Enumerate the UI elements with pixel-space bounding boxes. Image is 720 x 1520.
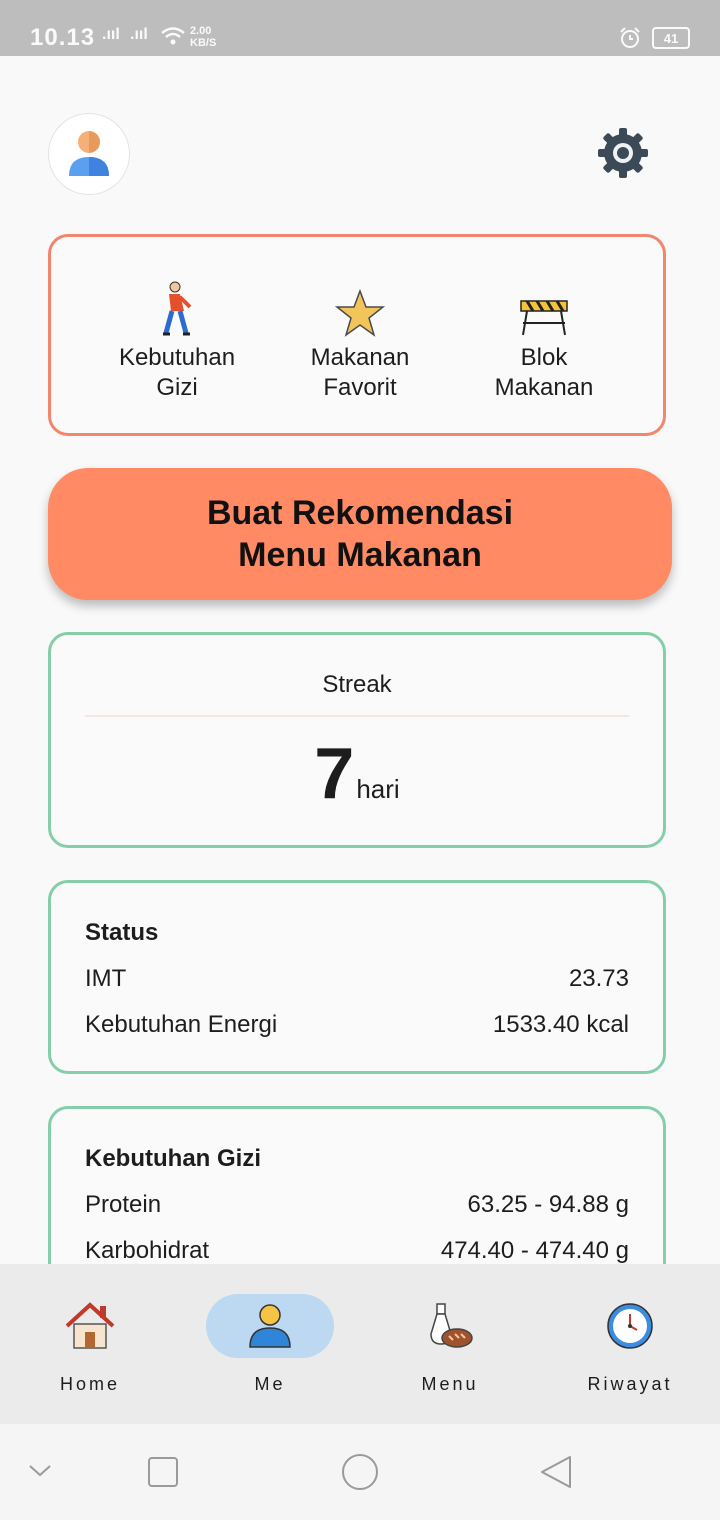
status-card: Status IMT 23.73 Kebutuhan Energi 1533.4… xyxy=(48,880,666,1074)
house-icon xyxy=(65,1302,115,1349)
battery-icon: 41 xyxy=(652,27,690,49)
row-value: 474.40 - 474.40 g xyxy=(440,1237,629,1264)
barrier-icon xyxy=(520,300,568,336)
quick-item-blok-makanan[interactable]: Blok Makanan xyxy=(454,277,634,403)
gizi-row-karbohidrat: Karbohidrat 474.40 - 474.40 g xyxy=(85,1237,629,1265)
streak-count: 7 xyxy=(314,734,355,814)
avatar[interactable] xyxy=(48,113,130,195)
nav-label: Menu xyxy=(421,1374,479,1394)
nav-label: Riwayat xyxy=(587,1374,673,1394)
home-icon[interactable] xyxy=(340,1452,380,1492)
row-label: Karbohidrat xyxy=(85,1237,210,1264)
streak-title: Streak xyxy=(322,671,392,698)
alarm-icon xyxy=(620,27,640,48)
quick-item-label: Makanan Favorit xyxy=(310,344,410,401)
streak-unit: hari xyxy=(356,774,400,804)
wifi-icon xyxy=(161,27,185,45)
quick-item-label: Kebutuhan Gizi xyxy=(118,344,236,401)
quick-item-makanan-favorit[interactable]: Makanan Favorit xyxy=(270,277,450,403)
quick-menu-card: Kebutuhan Gizi Makanan Favorit Blok Maka… xyxy=(48,234,666,436)
gear-icon[interactable] xyxy=(597,127,649,179)
divider xyxy=(85,715,629,717)
status-title: Status xyxy=(85,919,159,946)
streak-value: 7hari xyxy=(51,733,663,815)
row-value: 1533.40 kcal xyxy=(492,1011,629,1038)
network-speed: 2.00 KB/S xyxy=(190,25,216,49)
person-walking-icon xyxy=(163,281,192,336)
signal-icon-2: .ııl xyxy=(130,26,148,43)
quick-item-kebutuhan-gizi[interactable]: Kebutuhan Gizi xyxy=(87,277,267,403)
nav-menu[interactable]: Menu xyxy=(360,1294,540,1395)
row-value: 63.25 - 94.88 g xyxy=(467,1191,629,1218)
gizi-row-protein: Protein 63.25 - 94.88 g xyxy=(85,1191,629,1219)
status-row-energi: Kebutuhan Energi 1533.40 kcal xyxy=(85,1011,629,1039)
chevron-down-icon[interactable] xyxy=(28,1462,52,1478)
clock-icon xyxy=(607,1303,653,1349)
status-time: 10.13 xyxy=(30,24,96,51)
quick-item-label: Blok Makanan xyxy=(494,344,594,401)
streak-card: Streak 7hari xyxy=(48,632,666,848)
person-icon xyxy=(249,1304,291,1348)
back-icon[interactable] xyxy=(538,1454,574,1490)
row-label: Kebutuhan Energi xyxy=(85,1011,278,1038)
recent-apps-icon[interactable] xyxy=(147,1456,179,1488)
nav-label: Me xyxy=(254,1374,286,1394)
create-recommendation-button[interactable]: Buat Rekomendasi Menu Makanan xyxy=(48,468,672,600)
food-icon xyxy=(430,1303,473,1348)
system-navigation-bar xyxy=(0,1424,720,1520)
status-row-imt: IMT 23.73 xyxy=(85,965,629,993)
speed-value: 2.00 xyxy=(190,25,212,37)
star-icon xyxy=(335,289,385,337)
speed-unit: KB/S xyxy=(190,37,217,49)
user-avatar-icon xyxy=(69,131,109,176)
nav-me[interactable]: Me xyxy=(180,1294,360,1395)
gizi-title: Kebutuhan Gizi xyxy=(85,1145,261,1172)
nav-label: Home xyxy=(59,1374,120,1394)
nav-riwayat[interactable]: Riwayat xyxy=(540,1294,720,1395)
row-value: 23.73 xyxy=(568,965,629,992)
row-label: Protein xyxy=(85,1191,162,1218)
signal-icon: .ııl xyxy=(102,26,120,43)
status-bar: 10.13 .ııl .ııl 2.00 KB/S 41 xyxy=(0,0,720,56)
row-label: IMT xyxy=(85,965,127,992)
active-indicator xyxy=(206,1294,334,1358)
bottom-navigation: Home Me Menu Riwayat xyxy=(0,1264,720,1424)
nav-home[interactable]: Home xyxy=(0,1294,180,1395)
